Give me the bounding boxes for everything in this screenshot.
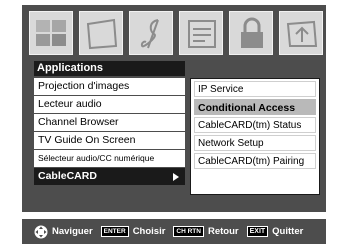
menu-panel: Applications Projection d'images Lecteur… — [22, 5, 326, 212]
preferences-icon[interactable] — [179, 11, 223, 55]
cablecard-submenu: IP Service Conditional Access CableCARD(… — [190, 78, 320, 195]
chevron-right-icon — [173, 173, 179, 181]
exit-key: EXIT — [246, 226, 269, 237]
select-label: Choisir — [132, 226, 166, 237]
applications-menu: Projection d'images Lecteur audio Channe… — [34, 78, 185, 186]
menu-icon-row — [27, 11, 323, 57]
ch-rtn-key: CH RTN — [173, 226, 204, 237]
submenu-item-network-setup[interactable]: Network Setup — [194, 135, 316, 151]
return-label: Retour — [207, 226, 239, 237]
footer-bar: Naviguer ENTER Choisir CH RTN Retour EXI… — [22, 219, 326, 244]
applications-header: Applications — [34, 61, 185, 76]
menu-item-cablecard-label: CableCARD — [38, 170, 97, 182]
menu-item-projection[interactable]: Projection d'images — [34, 78, 185, 95]
submenu-item-cablecard-status[interactable]: CableCARD(tm) Status — [194, 117, 316, 133]
enter-key: ENTER — [100, 226, 129, 237]
navigate-label: Naviguer — [52, 226, 93, 237]
exit-label: Quitter — [272, 226, 304, 237]
menu-item-tv-guide[interactable]: TV Guide On Screen — [34, 132, 185, 149]
menu-item-channel-browser[interactable]: Channel Browser — [34, 114, 185, 131]
submenu-item-ip-service[interactable]: IP Service — [194, 81, 316, 97]
submenu-item-cablecard-pairing[interactable]: CableCARD(tm) Pairing — [194, 153, 316, 169]
menu-item-cablecard[interactable]: CableCARD — [34, 168, 185, 185]
navigate-icon — [34, 225, 48, 238]
setup-icon[interactable] — [79, 11, 123, 55]
applications-icon[interactable] — [279, 11, 323, 55]
menu-item-audio-cc-selector[interactable]: Sélecteur audio/CC numérique — [34, 150, 185, 167]
picture-icon[interactable] — [29, 11, 73, 55]
tv-menu-screen: Applications Projection d'images Lecteur… — [0, 0, 344, 249]
submenu-item-conditional-access[interactable]: Conditional Access — [194, 99, 316, 115]
audio-icon[interactable] — [129, 11, 173, 55]
menu-item-audio-player[interactable]: Lecteur audio — [34, 96, 185, 113]
lock-icon[interactable] — [229, 11, 273, 55]
